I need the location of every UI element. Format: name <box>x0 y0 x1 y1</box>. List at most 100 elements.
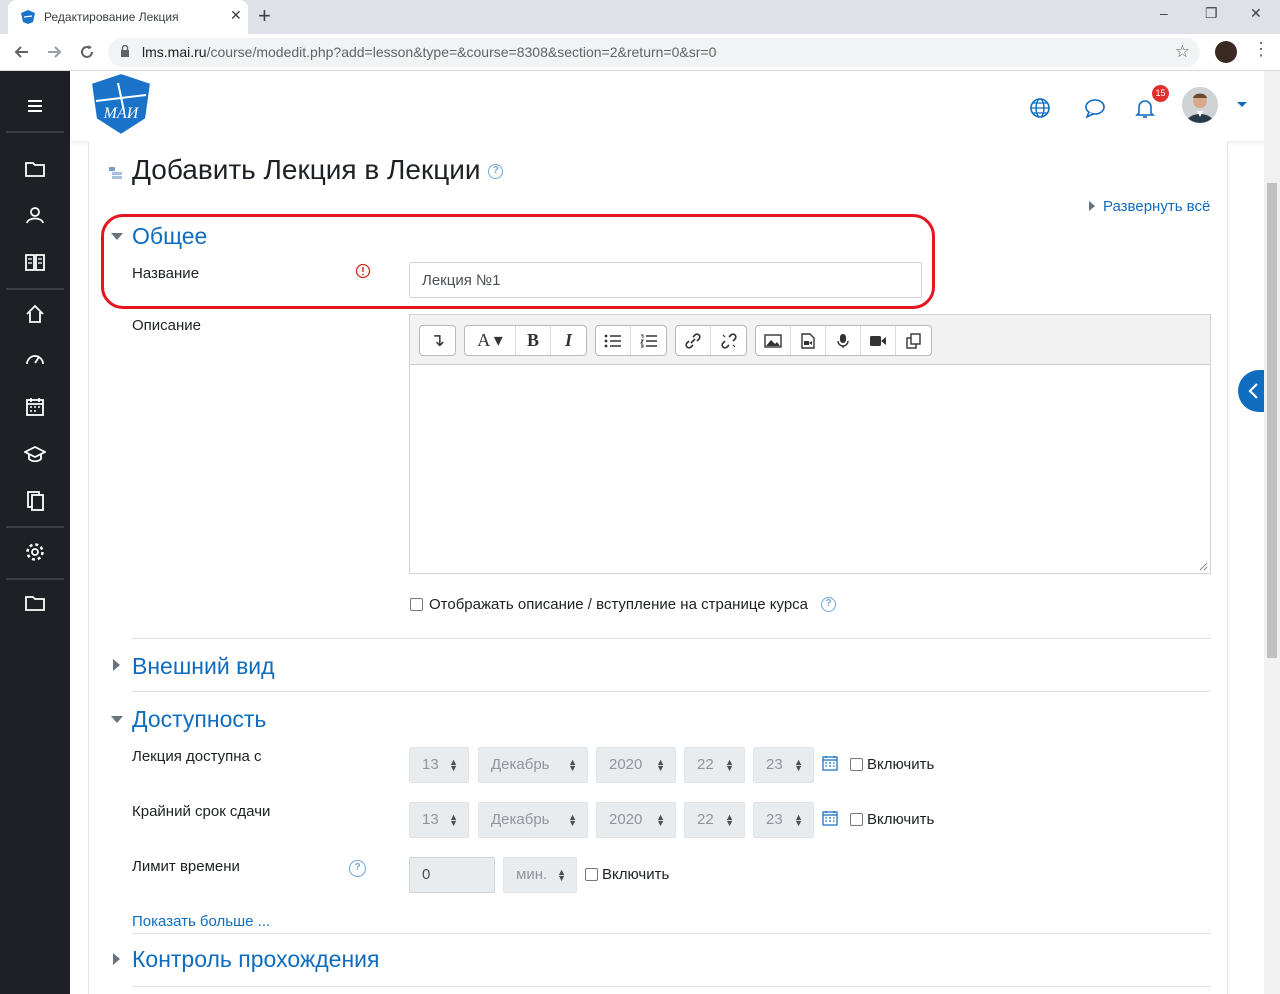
close-window-button[interactable]: ✕ <box>1250 5 1262 22</box>
close-tab-icon[interactable]: ✕ <box>230 7 242 24</box>
unlink-icon[interactable] <box>711 326 746 355</box>
enable-deadline-checkbox[interactable] <box>850 813 863 826</box>
enable-time-limit-checkbox[interactable] <box>585 868 598 881</box>
name-label: Название <box>132 265 200 282</box>
enable-available-from-checkbox[interactable] <box>850 758 863 771</box>
restore-window-button[interactable]: ❐ <box>1205 5 1218 22</box>
messages-icon[interactable] <box>1084 97 1106 119</box>
chevron-left-icon <box>1248 383 1258 399</box>
expand-arrow-icon[interactable] <box>113 953 120 965</box>
unordered-list-icon[interactable] <box>596 326 631 355</box>
section-appearance[interactable]: Внешний вид <box>132 653 275 680</box>
page-scrollbar[interactable] <box>1264 71 1280 994</box>
enable-label: Включить <box>867 811 935 828</box>
calendar-picker-icon[interactable] <box>822 755 838 771</box>
drawer-divider <box>6 288 64 290</box>
show-more-link[interactable]: Показать больше ... <box>132 913 270 930</box>
time-limit-input[interactable]: 0 <box>409 857 495 893</box>
help-icon[interactable]: ? <box>349 860 366 877</box>
drawer-divider <box>6 578 64 580</box>
time-unit-select[interactable]: мин. ▲ ▼ <box>503 857 577 893</box>
ordered-list-icon[interactable] <box>631 326 666 355</box>
site-navbar: МАИ 15 <box>70 71 1268 141</box>
bold-icon[interactable]: B <box>516 326 551 355</box>
section-flow-control[interactable]: Контроль прохождения <box>132 946 379 973</box>
record-video-icon[interactable] <box>861 326 896 355</box>
media-icon[interactable] <box>791 326 826 355</box>
grades-icon[interactable] <box>24 251 46 273</box>
reload-icon[interactable] <box>77 42 97 62</box>
enable-label: Включить <box>602 866 670 883</box>
logo-text: МАИ <box>103 105 140 122</box>
toolbar-group: ↴ <box>419 325 456 356</box>
name-input[interactable] <box>409 262 922 298</box>
month-select[interactable]: Декабрь ▲ ▼ <box>478 802 588 838</box>
month-select[interactable]: Декабрь ▲ ▼ <box>478 747 588 783</box>
scrollbar-thumb[interactable] <box>1267 183 1277 658</box>
editor-toolbar: ↴ A ▾ B I <box>410 315 1210 365</box>
browser-menu-icon[interactable]: ⋮ <box>1252 39 1270 60</box>
toolbar-group <box>755 325 932 356</box>
hour-select[interactable]: 22 ▲ ▼ <box>684 802 745 838</box>
forward-icon[interactable] <box>44 42 64 62</box>
calendar-icon[interactable] <box>24 396 46 418</box>
language-globe-icon[interactable] <box>1029 97 1051 119</box>
hour-select[interactable]: 22 ▲ ▼ <box>684 747 745 783</box>
minute-value: 23 <box>766 756 783 773</box>
home-icon[interactable] <box>24 303 46 325</box>
font-style-icon[interactable]: A ▾ <box>465 326 516 355</box>
hour-value: 22 <box>697 756 714 773</box>
calendar-picker-icon[interactable] <box>822 810 838 826</box>
link-icon[interactable] <box>676 326 711 355</box>
italic-icon[interactable]: I <box>551 326 586 355</box>
collapse-arrow-icon[interactable] <box>111 716 123 723</box>
minute-select[interactable]: 23 ▲ ▼ <box>753 802 814 838</box>
url-path: /course/modedit.php?add=lesson&type=&cou… <box>206 44 717 60</box>
hamburger-menu-icon[interactable] <box>24 95 46 117</box>
address-bar[interactable]: lms.mai.ru/course/modedit.php?add=lesson… <box>108 38 1200 67</box>
drawer-divider <box>6 131 64 133</box>
month-value: Декабрь <box>491 811 550 828</box>
help-icon[interactable]: ? <box>821 597 836 612</box>
show-description-label: Отображать описание / вступление на стра… <box>429 596 808 613</box>
manage-files-icon[interactable] <box>896 326 931 355</box>
expand-arrow-icon[interactable] <box>113 659 120 671</box>
day-value: 13 <box>422 756 439 773</box>
lesson-module-icon <box>109 167 122 179</box>
bookmark-star-icon[interactable]: ☆ <box>1175 42 1190 62</box>
day-select[interactable]: 13 ▲ ▼ <box>409 747 469 783</box>
participants-icon[interactable] <box>24 204 46 226</box>
description-editor: ↴ A ▾ B I <box>409 314 1211 574</box>
show-more-buttons-icon[interactable]: ↴ <box>420 326 455 355</box>
notifications-bell-icon[interactable] <box>1134 97 1156 119</box>
back-icon[interactable] <box>12 42 32 62</box>
help-icon[interactable]: ? <box>488 164 504 180</box>
section-availability[interactable]: Доступность <box>132 706 266 733</box>
folder-icon[interactable] <box>24 592 46 614</box>
record-audio-icon[interactable] <box>826 326 861 355</box>
user-avatar[interactable] <box>1182 87 1218 123</box>
resize-handle-icon[interactable] <box>1198 561 1208 571</box>
toolbar-group: A ▾ B I <box>464 325 587 356</box>
minimize-window-button[interactable]: – <box>1160 5 1168 21</box>
year-select[interactable]: 2020 ▲ ▼ <box>596 747 676 783</box>
expand-all-link[interactable]: Развернуть всё <box>1103 198 1210 215</box>
image-icon[interactable] <box>756 326 791 355</box>
browser-tab[interactable]: Редактирование Лекция ✕ <box>8 0 248 34</box>
mai-logo[interactable]: МАИ <box>88 71 154 137</box>
browser-profile-avatar[interactable] <box>1215 41 1237 63</box>
year-select[interactable]: 2020 ▲ ▼ <box>596 802 676 838</box>
folder-icon[interactable] <box>24 158 46 180</box>
content-bank-icon[interactable] <box>24 490 46 512</box>
show-description-checkbox[interactable] <box>410 598 423 611</box>
user-menu-caret-icon[interactable] <box>1237 102 1247 107</box>
settings-icon[interactable] <box>24 541 46 563</box>
minute-select[interactable]: 23 ▲ ▼ <box>753 747 814 783</box>
dashboard-icon[interactable] <box>24 349 46 371</box>
day-select[interactable]: 13 ▲ ▼ <box>409 802 469 838</box>
new-tab-button[interactable]: + <box>258 4 271 28</box>
collapse-arrow-icon[interactable] <box>111 233 123 240</box>
nav-drawer <box>0 71 70 994</box>
courses-icon[interactable] <box>24 443 46 465</box>
section-general[interactable]: Общее <box>132 223 207 250</box>
